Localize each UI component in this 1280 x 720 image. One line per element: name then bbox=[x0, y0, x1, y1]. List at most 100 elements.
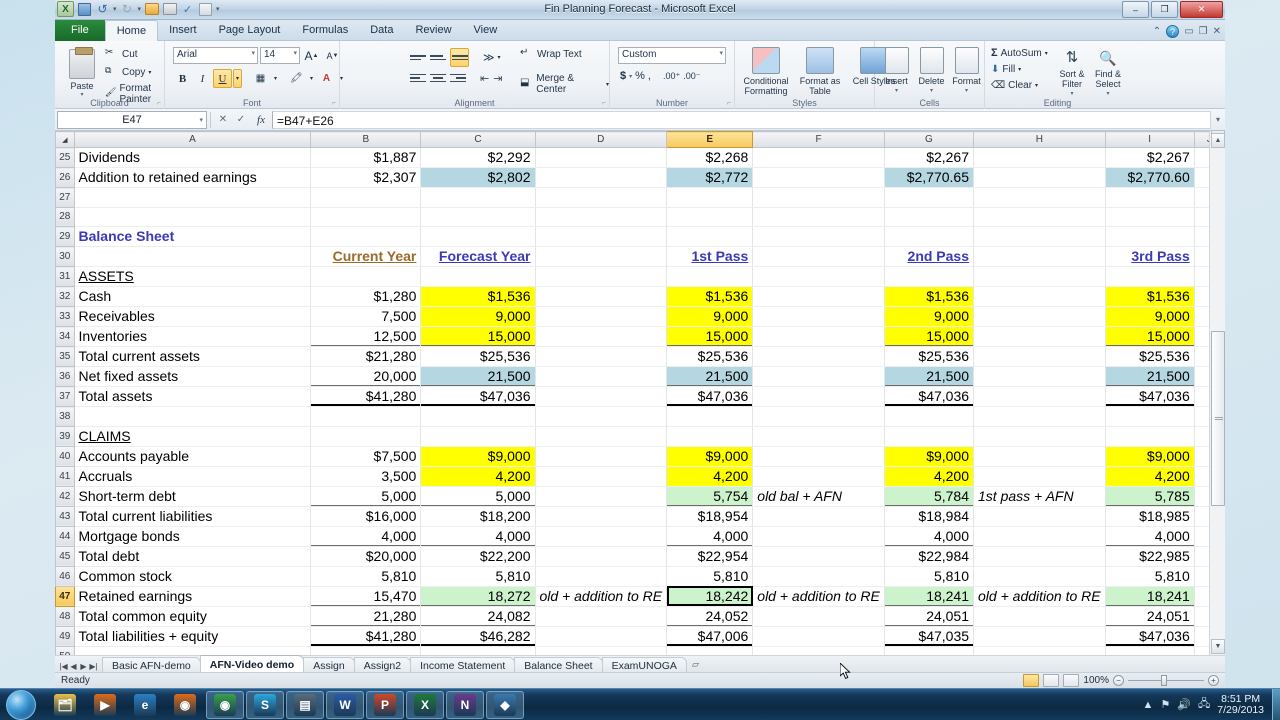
taskbar-calculator-icon[interactable]: ▤ bbox=[286, 690, 324, 719]
row-header-28[interactable]: 28 bbox=[55, 206, 75, 228]
cell-C41[interactable]: 4,200 bbox=[420, 466, 536, 487]
cell-E41[interactable]: 4,200 bbox=[666, 466, 754, 487]
cell-G44[interactable]: 4,000 bbox=[884, 526, 975, 547]
cell-F48[interactable] bbox=[752, 606, 885, 627]
cell-G46[interactable]: 5,810 bbox=[884, 566, 975, 587]
cell-A40[interactable]: Accounts payable bbox=[74, 446, 312, 467]
cell-F38[interactable] bbox=[752, 406, 885, 427]
cell-D31[interactable] bbox=[535, 266, 668, 288]
sheet-tab-2[interactable]: Assign bbox=[303, 657, 355, 672]
cell-E49[interactable]: $47,006 bbox=[666, 626, 754, 647]
cell-F34[interactable] bbox=[752, 326, 885, 348]
cell-G36[interactable]: 21,500 bbox=[884, 366, 975, 388]
zoom-slider[interactable] bbox=[1128, 675, 1204, 686]
cell-D48[interactable] bbox=[535, 606, 668, 627]
cell-E31[interactable] bbox=[666, 266, 754, 288]
cell-D47[interactable]: old + addition to RE bbox=[535, 586, 668, 607]
format-dropdown-icon[interactable]: ▾ bbox=[949, 86, 984, 96]
ribbon-collapse-icon[interactable]: ⌃ bbox=[1153, 26, 1161, 37]
cell-B40[interactable]: $7,500 bbox=[310, 446, 422, 467]
row-header-42[interactable]: 42 bbox=[55, 485, 75, 507]
fill-button[interactable]: ⬇ Fill ▾ bbox=[991, 64, 1048, 75]
system-tray[interactable]: ▲ ⚑ 🔊 🖧 8:51 PM 7/29/2013 bbox=[1143, 693, 1272, 716]
select-all-corner[interactable]: ◢ bbox=[55, 131, 75, 148]
cell-B45[interactable]: $20,000 bbox=[310, 545, 422, 567]
cell-H41[interactable] bbox=[973, 466, 1106, 487]
cell-D45[interactable] bbox=[535, 546, 668, 567]
cell-A48[interactable]: Total common equity bbox=[74, 606, 312, 627]
row-header-43[interactable]: 43 bbox=[55, 505, 75, 527]
row-header-35[interactable]: 35 bbox=[55, 346, 75, 368]
cell-C48[interactable]: 24,082 bbox=[420, 605, 536, 627]
page-break-view-button[interactable] bbox=[1063, 674, 1080, 687]
cell-H39[interactable] bbox=[973, 426, 1106, 447]
cell-E40[interactable]: $9,000 bbox=[666, 446, 754, 467]
cell-C27[interactable] bbox=[420, 187, 536, 208]
taskbar-skype-icon[interactable]: S bbox=[246, 690, 284, 719]
cell-H48[interactable] bbox=[973, 606, 1106, 627]
fill-color-button[interactable]: 🖍 bbox=[287, 69, 306, 88]
status-right-controls[interactable]: 100% − + bbox=[1023, 674, 1225, 687]
comma-style-button[interactable]: , bbox=[648, 70, 651, 82]
cell-F41[interactable] bbox=[752, 466, 885, 487]
cell-H46[interactable] bbox=[973, 566, 1106, 587]
delete-cells-button[interactable]: Delete ▾ bbox=[914, 45, 949, 96]
column-header-D[interactable]: D bbox=[534, 131, 668, 148]
cell-C45[interactable]: $22,200 bbox=[420, 545, 536, 567]
cell-D46[interactable] bbox=[535, 566, 668, 587]
cancel-entry-icon[interactable]: ✕ bbox=[214, 114, 232, 125]
cell-B30[interactable]: Current Year bbox=[310, 246, 422, 268]
cell-F32[interactable] bbox=[752, 286, 885, 308]
cell-I46[interactable]: 5,810 bbox=[1105, 566, 1195, 587]
cell-H34[interactable] bbox=[973, 326, 1106, 348]
column-header-E[interactable]: E bbox=[666, 131, 754, 148]
grow-font-button[interactable]: A ▲ bbox=[302, 46, 321, 65]
sheet-nav-arrows[interactable]: |◀ ◀ ▶ ▶| bbox=[55, 662, 102, 672]
cell-G32[interactable]: $1,536 bbox=[884, 286, 975, 308]
cell-D37[interactable] bbox=[535, 386, 668, 408]
cell-D34[interactable] bbox=[535, 326, 668, 348]
taskbar-internet-explorer-icon[interactable]: e bbox=[126, 691, 164, 719]
borders-button[interactable]: ▦ bbox=[251, 69, 270, 88]
taskbar-extra-app-icon[interactable]: ◆ bbox=[486, 690, 524, 719]
spreadsheet-grid[interactable]: ◢ABCDEFGHIJ 25Dividends$1,887$2,292 $2,26… bbox=[55, 131, 1226, 667]
cell-B42[interactable]: 5,000 bbox=[310, 486, 422, 507]
cell-C39[interactable] bbox=[420, 426, 536, 447]
cell-B29[interactable] bbox=[310, 226, 422, 248]
cell-G31[interactable] bbox=[884, 266, 975, 288]
cell-C38[interactable] bbox=[420, 406, 536, 427]
cell-H32[interactable] bbox=[973, 286, 1106, 308]
cell-F36[interactable] bbox=[752, 366, 885, 388]
taskbar[interactable]: 🗂 ▶ e ◉ ◉ S ▤ W P X N ◆ ▲ ⚑ 🔊 🖧 8:51 PM … bbox=[0, 688, 1280, 720]
taskbar-explorer-icon[interactable]: 🗂 bbox=[46, 691, 84, 719]
cell-A29[interactable]: Balance Sheet bbox=[74, 226, 312, 248]
normal-view-button[interactable] bbox=[1023, 674, 1040, 687]
cell-D41[interactable] bbox=[535, 466, 668, 487]
underline-dropdown-icon[interactable]: ▾ bbox=[233, 69, 242, 88]
column-header-I[interactable]: I bbox=[1104, 131, 1195, 148]
cell-E26[interactable]: $2,772 bbox=[666, 167, 754, 188]
cell-E48[interactable]: 24,052 bbox=[666, 605, 754, 627]
taskbar-firefox-icon[interactable]: ◉ bbox=[166, 691, 204, 719]
cell-I37[interactable]: $47,036 bbox=[1105, 386, 1195, 408]
cell-E32[interactable]: $1,536 bbox=[666, 286, 754, 308]
cell-A46[interactable]: Common stock bbox=[74, 566, 312, 587]
cell-E35[interactable]: $25,536 bbox=[666, 346, 754, 368]
sort-filter-button[interactable]: ⇅ Sort & Filter ▾ bbox=[1055, 47, 1089, 99]
cell-C30[interactable]: Forecast Year bbox=[420, 246, 536, 268]
cell-D33[interactable] bbox=[535, 306, 668, 328]
cell-A36[interactable]: Net fixed assets bbox=[74, 366, 312, 388]
cell-C47[interactable]: 18,272 bbox=[420, 586, 536, 607]
cell-G34[interactable]: 15,000 bbox=[884, 326, 975, 348]
increase-indent-button[interactable]: ⇥ bbox=[493, 72, 502, 85]
tab-data[interactable]: Data bbox=[359, 20, 404, 41]
align-center-button[interactable] bbox=[430, 71, 446, 85]
copy-button[interactable]: ⧉ Copy ▾ bbox=[105, 65, 164, 79]
cell-G38[interactable] bbox=[884, 406, 975, 427]
cell-A43[interactable]: Total current liabilities bbox=[74, 506, 312, 527]
cell-I49[interactable]: $47,036 bbox=[1105, 626, 1195, 647]
cell-H30[interactable] bbox=[973, 246, 1106, 268]
taskbar-chrome-icon[interactable]: ◉ bbox=[206, 690, 244, 719]
cell-I25[interactable]: $2,267 bbox=[1105, 147, 1195, 168]
row-header-31[interactable]: 31 bbox=[55, 266, 75, 288]
